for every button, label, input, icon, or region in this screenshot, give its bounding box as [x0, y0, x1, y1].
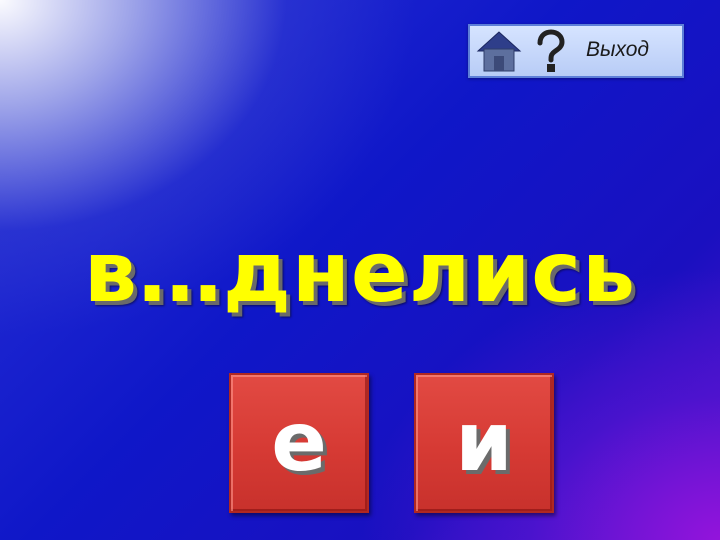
home-icon [476, 31, 522, 72]
task-word: в…днелись [83, 223, 637, 321]
answer-button-i[interactable]: и [414, 373, 554, 513]
answer-letter: и [455, 395, 513, 490]
answer-button-e[interactable]: е [229, 373, 369, 513]
answer-letter: е [271, 395, 327, 490]
navigation-panel: Выход [468, 24, 684, 78]
help-button[interactable] [532, 29, 568, 73]
question-mark-icon [537, 29, 565, 72]
exit-link[interactable]: Выход [586, 38, 649, 62]
home-button[interactable] [476, 29, 522, 73]
